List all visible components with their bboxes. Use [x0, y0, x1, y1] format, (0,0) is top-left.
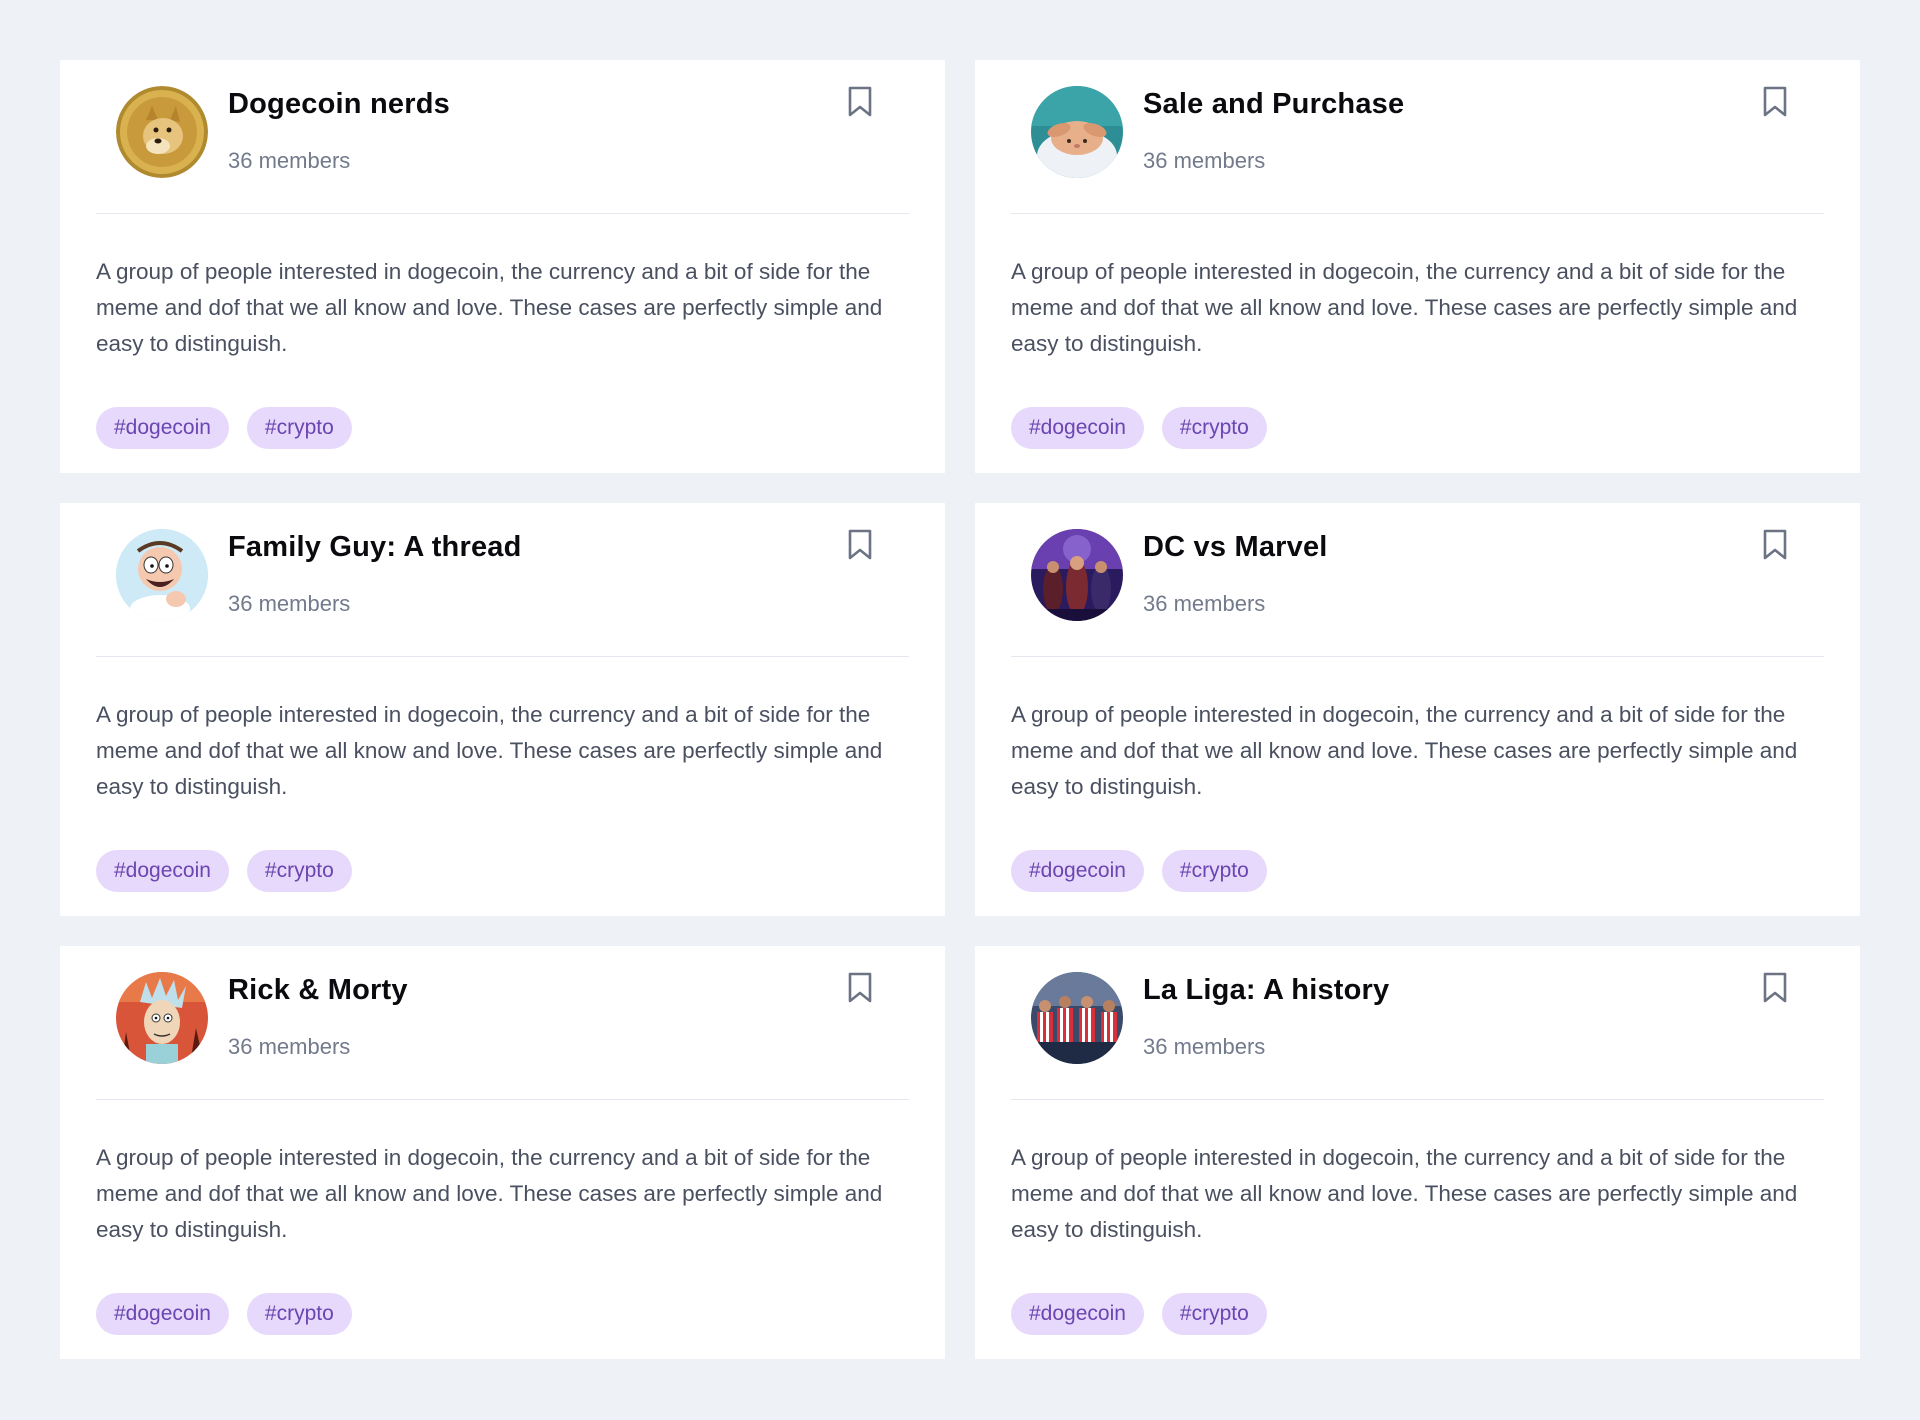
card-header: Rick & Morty 36 members	[96, 946, 909, 1100]
group-title[interactable]: Dogecoin nerds	[228, 88, 450, 121]
tag-chip[interactable]: #crypto	[1161, 850, 1267, 892]
tag-list: #dogecoin #crypto	[1011, 850, 1267, 892]
rick-avatar	[116, 972, 208, 1064]
group-title[interactable]: Sale and Purchase	[1143, 88, 1404, 121]
group-description: A group of people interested in dogecoin…	[1011, 259, 1798, 356]
card-header: DC vs Marvel 36 members	[1011, 503, 1824, 657]
card-header: Dogecoin nerds 36 members	[96, 60, 909, 214]
group-description: A group of people interested in dogecoin…	[96, 259, 883, 356]
tag-chip[interactable]: #dogecoin	[1011, 407, 1144, 449]
superheroes-avatar	[1031, 529, 1123, 621]
group-description: A group of people interested in dogecoin…	[1011, 1145, 1798, 1242]
tag-chip[interactable]: #crypto	[246, 407, 352, 449]
tag-list: #dogecoin #crypto	[96, 407, 352, 449]
tag-chip[interactable]: #dogecoin	[1011, 850, 1144, 892]
group-card[interactable]: Rick & Morty 36 members A group of peopl…	[60, 946, 945, 1359]
bookmark-icon[interactable]	[1762, 529, 1788, 561]
card-header: Sale and Purchase 36 members	[1011, 60, 1824, 214]
group-card[interactable]: Dogecoin nerds 36 members A group of peo…	[60, 60, 945, 473]
group-title[interactable]: Family Guy: A thread	[228, 531, 522, 564]
tag-chip[interactable]: #dogecoin	[96, 1293, 229, 1335]
member-count: 36 members	[228, 1034, 351, 1059]
group-card[interactable]: Sale and Purchase 36 members A group of …	[975, 60, 1860, 473]
member-count: 36 members	[1143, 591, 1266, 616]
doge-avatar	[116, 86, 208, 178]
member-count: 36 members	[228, 591, 351, 616]
group-description: A group of people interested in dogecoin…	[96, 702, 883, 799]
group-title[interactable]: Rick & Morty	[228, 974, 408, 1007]
tag-chip[interactable]: #dogecoin	[1011, 1293, 1144, 1335]
football-team-avatar	[1031, 972, 1123, 1064]
bookmark-icon[interactable]	[1762, 972, 1788, 1004]
peter-griffin-avatar	[116, 529, 208, 621]
bunny-avatar	[1031, 86, 1123, 178]
tag-chip[interactable]: #dogecoin	[96, 850, 229, 892]
tag-list: #dogecoin #crypto	[96, 1293, 352, 1335]
tag-chip[interactable]: #dogecoin	[96, 407, 229, 449]
member-count: 36 members	[1143, 148, 1266, 173]
tag-chip[interactable]: #crypto	[1161, 1293, 1267, 1335]
group-card[interactable]: DC vs Marvel 36 members A group of peopl…	[975, 503, 1860, 916]
tag-chip[interactable]: #crypto	[1161, 407, 1267, 449]
bookmark-icon[interactable]	[1762, 86, 1788, 118]
tag-chip[interactable]: #crypto	[246, 1293, 352, 1335]
group-card[interactable]: Family Guy: A thread 36 members A group …	[60, 503, 945, 916]
bookmark-icon[interactable]	[847, 972, 873, 1004]
group-description: A group of people interested in dogecoin…	[1011, 702, 1798, 799]
tag-list: #dogecoin #crypto	[96, 850, 352, 892]
group-card-grid: Dogecoin nerds 36 members A group of peo…	[60, 60, 1860, 1359]
member-count: 36 members	[1143, 1034, 1266, 1059]
card-header: Family Guy: A thread 36 members	[96, 503, 909, 657]
group-card[interactable]: La Liga: A history 36 members A group of…	[975, 946, 1860, 1359]
member-count: 36 members	[228, 148, 351, 173]
group-title[interactable]: La Liga: A history	[1143, 974, 1389, 1007]
card-header: La Liga: A history 36 members	[1011, 946, 1824, 1100]
group-description: A group of people interested in dogecoin…	[96, 1145, 883, 1242]
group-title[interactable]: DC vs Marvel	[1143, 531, 1328, 564]
tag-chip[interactable]: #crypto	[246, 850, 352, 892]
bookmark-icon[interactable]	[847, 86, 873, 118]
tag-list: #dogecoin #crypto	[1011, 1293, 1267, 1335]
tag-list: #dogecoin #crypto	[1011, 407, 1267, 449]
bookmark-icon[interactable]	[847, 529, 873, 561]
